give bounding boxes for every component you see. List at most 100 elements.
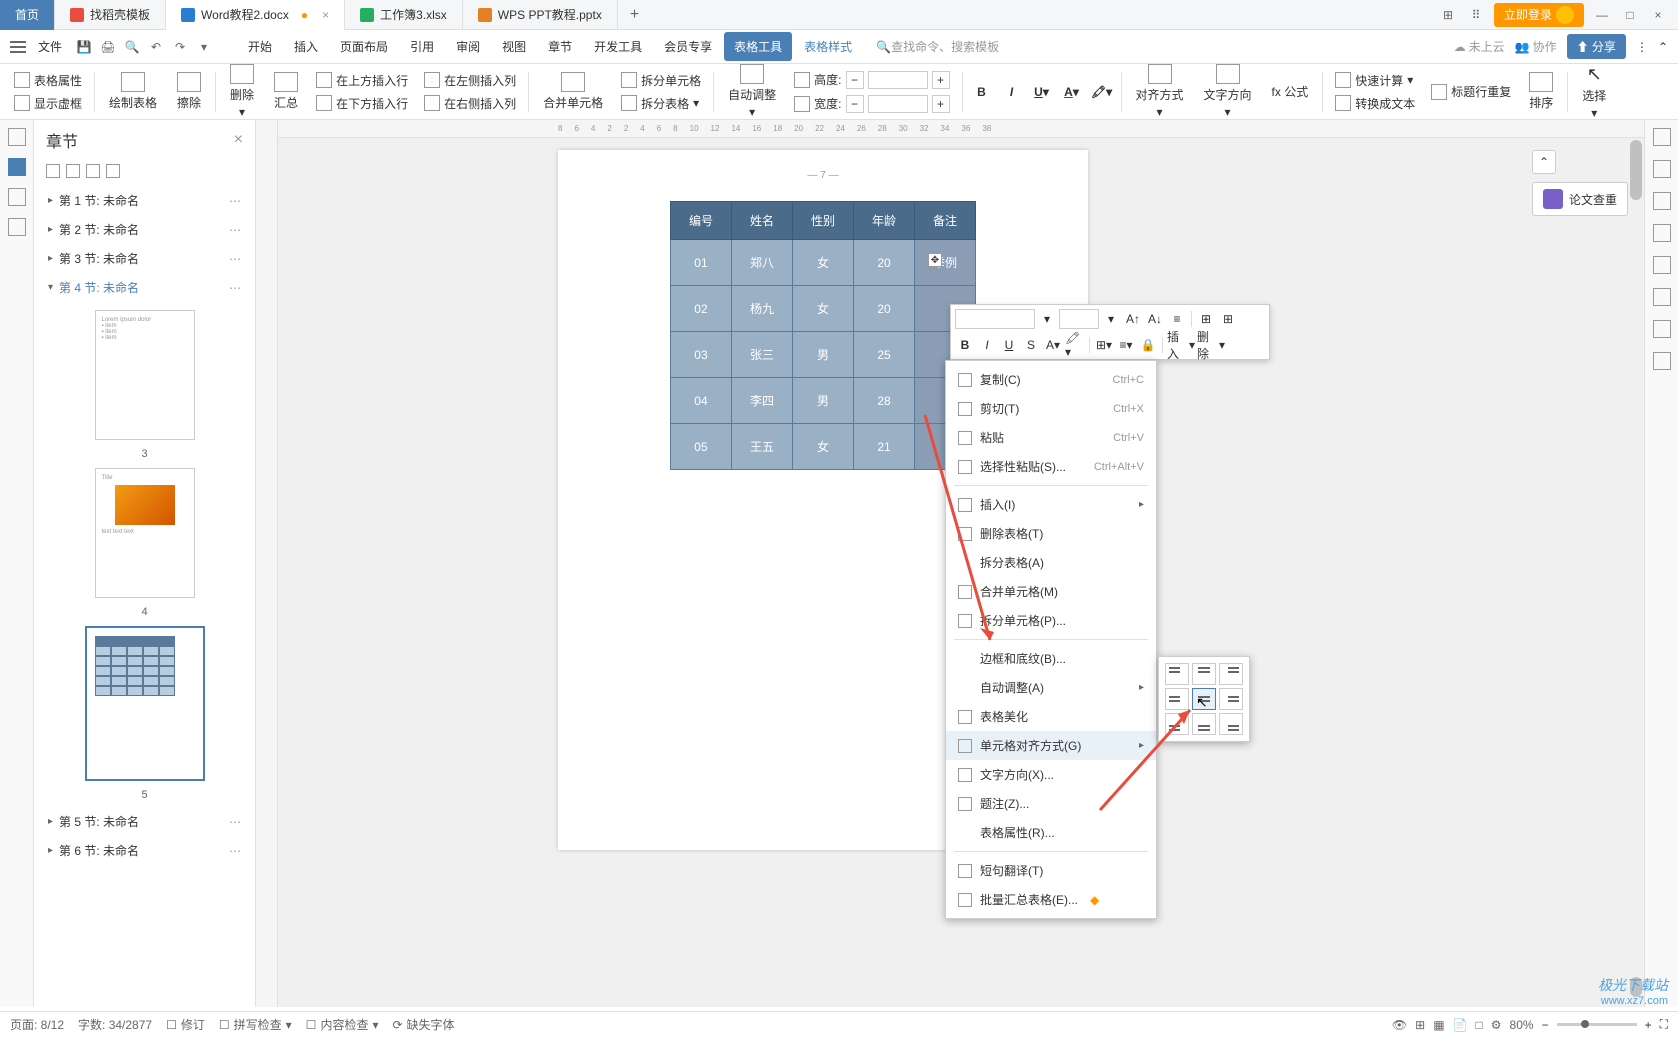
menu-view[interactable]: 视图: [492, 32, 536, 61]
menu-table-tools[interactable]: 表格工具: [724, 32, 792, 61]
ribbon-insert-right[interactable]: 在右侧插入列: [420, 93, 520, 114]
status-view-icon-3[interactable]: ▦: [1433, 1018, 1444, 1032]
rrail-icon-3[interactable]: [1653, 192, 1671, 210]
ribbon-split-table[interactable]: 拆分表格▾: [617, 93, 705, 114]
grid-view-icon[interactable]: ⊞: [1438, 8, 1458, 22]
ctx-borders[interactable]: 边框和底纹(B)...: [946, 644, 1156, 673]
tab-xlsx[interactable]: 工作簿3.xlsx: [345, 0, 463, 30]
qat-save-icon[interactable]: 💾: [74, 37, 94, 57]
ctx-paste-special[interactable]: 选择性粘贴(S)...Ctrl+Alt+V: [946, 452, 1156, 481]
mini-font-family[interactable]: [955, 309, 1035, 329]
mini-strike[interactable]: S: [1021, 335, 1041, 355]
ctx-table-props[interactable]: 表格属性(R)...: [946, 818, 1156, 847]
rrail-icon-2[interactable]: [1653, 160, 1671, 178]
mini-delete[interactable]: 删除: [1197, 335, 1217, 355]
align-bottom-center[interactable]: [1192, 713, 1216, 735]
rail-chapter-icon[interactable]: [8, 158, 26, 176]
ctx-copy[interactable]: 复制(C)Ctrl+C: [946, 365, 1156, 394]
th-name[interactable]: 姓名: [731, 202, 792, 240]
ribbon-delete[interactable]: 删除▾: [224, 64, 260, 119]
chapter-close-icon[interactable]: ×: [234, 131, 243, 149]
toolbar-chevron-icon[interactable]: ⌃: [1658, 40, 1668, 54]
mini-dropdown-2[interactable]: ▾: [1101, 309, 1121, 329]
ribbon-sort[interactable]: 排序: [1523, 72, 1559, 111]
tab-close-icon[interactable]: ×: [322, 8, 329, 22]
mini-decrease-font[interactable]: A↓: [1145, 309, 1165, 329]
rrail-icon-5[interactable]: [1653, 256, 1671, 274]
menu-insert[interactable]: 插入: [284, 32, 328, 61]
mini-bold[interactable]: B: [955, 335, 975, 355]
menu-chapter[interactable]: 章节: [538, 32, 582, 61]
ribbon-show-grid[interactable]: 显示虚框: [10, 93, 86, 114]
menu-start[interactable]: 开始: [238, 32, 282, 61]
hamburger-icon[interactable]: [10, 41, 26, 53]
width-minus[interactable]: −: [846, 95, 864, 113]
ctx-insert[interactable]: 插入(I)▸: [946, 490, 1156, 519]
mini-underline[interactable]: U: [999, 335, 1019, 355]
qat-dropdown-icon[interactable]: ▾: [194, 37, 214, 57]
status-spell[interactable]: ☐ 拼写检查 ▾: [219, 1016, 292, 1033]
page-thumb-3[interactable]: Lorem ipsum dolor▪ item▪ item▪ item: [95, 310, 195, 440]
rail-bookmark-icon[interactable]: [8, 188, 26, 206]
tab-add-button[interactable]: +: [618, 6, 651, 24]
ctx-translate[interactable]: 短句翻译(T): [946, 856, 1156, 885]
align-bottom-left[interactable]: [1165, 713, 1189, 735]
ctx-batch-summary[interactable]: 批量汇总表格(E)...◆: [946, 885, 1156, 914]
chapter-item-6[interactable]: ▸第 6 节: 未命名⋯: [34, 836, 255, 865]
ribbon-font-color[interactable]: A▾: [1061, 81, 1083, 103]
tab-home[interactable]: 首页: [0, 0, 55, 30]
menu-table-style[interactable]: 表格样式: [794, 32, 862, 61]
status-view-icon-2[interactable]: ⊞: [1415, 1018, 1425, 1032]
th-age[interactable]: 年龄: [854, 202, 915, 240]
ctx-paste[interactable]: 粘贴Ctrl+V: [946, 423, 1156, 452]
ctx-beautify[interactable]: 表格美化: [946, 702, 1156, 731]
tab-template[interactable]: 找稻壳模板: [55, 0, 166, 30]
ribbon-insert-left[interactable]: 在左侧插入列: [420, 70, 520, 91]
ribbon-summary[interactable]: 汇总: [268, 72, 304, 111]
align-middle-center[interactable]: [1192, 688, 1216, 710]
mini-insert[interactable]: 插入: [1167, 335, 1187, 355]
status-view-icon-5[interactable]: □: [1476, 1018, 1483, 1032]
mini-table-icon-1[interactable]: ⊞: [1196, 309, 1216, 329]
minimize-button[interactable]: —: [1592, 8, 1612, 22]
table-anchor-icon[interactable]: ✥: [928, 253, 942, 267]
mini-font-size[interactable]: [1059, 309, 1099, 329]
qat-redo-icon[interactable]: ↷: [170, 37, 190, 57]
scroll-thumb[interactable]: [1630, 140, 1642, 200]
th-id[interactable]: 编号: [670, 202, 731, 240]
chapter-item-3[interactable]: ▸第 3 节: 未命名⋯: [34, 244, 255, 273]
rail-search-icon[interactable]: [8, 218, 26, 236]
align-middle-right[interactable]: [1219, 688, 1243, 710]
ribbon-bold[interactable]: B: [971, 81, 993, 103]
cloud-status[interactable]: ☁ 未上云: [1454, 38, 1505, 55]
mini-highlight[interactable]: 🖍▾: [1065, 335, 1085, 355]
mini-list-icon[interactable]: ≡: [1167, 309, 1187, 329]
ch-tool-3[interactable]: [86, 164, 100, 178]
zoom-out[interactable]: −: [1542, 1018, 1549, 1032]
mini-align[interactable]: ≡▾: [1116, 335, 1136, 355]
ribbon-text-dir[interactable]: 文字方向▾: [1198, 64, 1258, 119]
tab-ppt[interactable]: WPS PPT教程.pptx: [463, 0, 618, 30]
status-content[interactable]: ☐ 内容检查 ▾: [306, 1016, 379, 1033]
ch-tool-4[interactable]: [106, 164, 120, 178]
toolbar-more-icon[interactable]: ⋮: [1636, 40, 1648, 54]
qat-undo-icon[interactable]: ↶: [146, 37, 166, 57]
tab-word-doc[interactable]: Word教程2.docx●×: [166, 0, 345, 30]
zoom-in[interactable]: +: [1645, 1018, 1652, 1032]
ribbon-split-cell[interactable]: 拆分单元格: [617, 70, 705, 91]
ribbon-insert-below[interactable]: 在下方插入行: [312, 93, 412, 114]
rrail-icon-4[interactable]: [1653, 224, 1671, 242]
ctx-text-dir[interactable]: 文字方向(X)...: [946, 760, 1156, 789]
ch-tool-2[interactable]: [66, 164, 80, 178]
ribbon-autofit[interactable]: 自动调整▾: [722, 64, 782, 119]
plagiarism-button[interactable]: 论文查重: [1532, 182, 1628, 216]
page-thumb-5[interactable]: [85, 626, 205, 781]
chapter-item-5[interactable]: ▸第 5 节: 未命名⋯: [34, 807, 255, 836]
ribbon-select[interactable]: ↖选择▾: [1576, 64, 1612, 120]
status-view-icon-1[interactable]: 👁: [1392, 1018, 1407, 1032]
status-revision[interactable]: ☐ 修订: [166, 1016, 205, 1033]
ctx-merge-cells[interactable]: 合并单元格(M): [946, 577, 1156, 606]
maximize-button[interactable]: □: [1620, 8, 1640, 22]
ribbon-align[interactable]: 对齐方式▾: [1130, 64, 1190, 119]
ribbon-formula[interactable]: fx 公式: [1266, 83, 1315, 100]
